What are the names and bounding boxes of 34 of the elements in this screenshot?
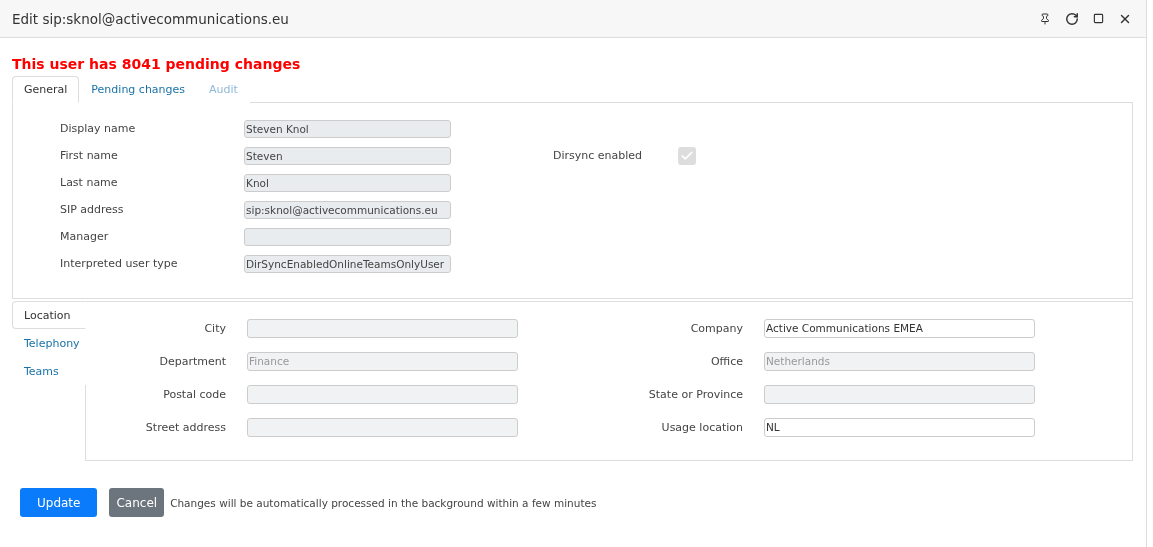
input-field[interactable]: DirSyncEnabledOnlineTeamsOnlyUser	[244, 254, 451, 273]
field-label: Manager	[60, 230, 110, 243]
field-label: Dirsync enabled	[553, 149, 644, 162]
field-label: SIP address	[60, 203, 125, 216]
field-label: Last name	[60, 176, 119, 189]
input-field[interactable]: sip:sknol@activecommunications.eu	[244, 200, 451, 219]
field-label: Office	[709, 354, 743, 368]
field-label: Usage location	[660, 420, 743, 434]
refresh-icon[interactable]	[1065, 11, 1079, 26]
input-field[interactable]: Knol	[244, 173, 451, 192]
cancel-button[interactable]: Cancel	[109, 488, 165, 517]
field-label: First name	[60, 149, 119, 162]
pending-changes-warning: This user has 8041 pending changes	[12, 56, 302, 72]
field-label: City	[203, 321, 226, 335]
field-label: Department	[158, 354, 226, 368]
input-field[interactable]: Steven Knol	[244, 119, 451, 138]
checkbox[interactable]	[678, 146, 696, 165]
field-label: Company	[689, 321, 743, 335]
field-label: Postal code	[162, 387, 226, 401]
field-label: State or Province	[647, 387, 743, 401]
input-field[interactable]: Steven	[244, 146, 451, 165]
window-title: Edit sip:sknol@activecommunications.eu	[12, 10, 290, 27]
input-field[interactable]: Active Communications EMEA	[764, 318, 1035, 338]
field-label: Street address	[144, 420, 226, 434]
tab[interactable]: General	[12, 76, 80, 103]
field-label: Display name	[60, 122, 137, 135]
maximize-icon[interactable]	[1093, 13, 1104, 24]
side-tab[interactable]: Location	[12, 301, 86, 329]
input-field[interactable]: NL	[764, 417, 1035, 437]
pin-icon[interactable]	[1039, 12, 1051, 25]
info-text: Changes will be automatically processed in the background within a few minutes	[170, 496, 597, 509]
field-label: Interpreted user type	[60, 257, 179, 270]
input-field[interactable]	[244, 227, 451, 246]
update-button[interactable]: Update	[20, 488, 98, 517]
